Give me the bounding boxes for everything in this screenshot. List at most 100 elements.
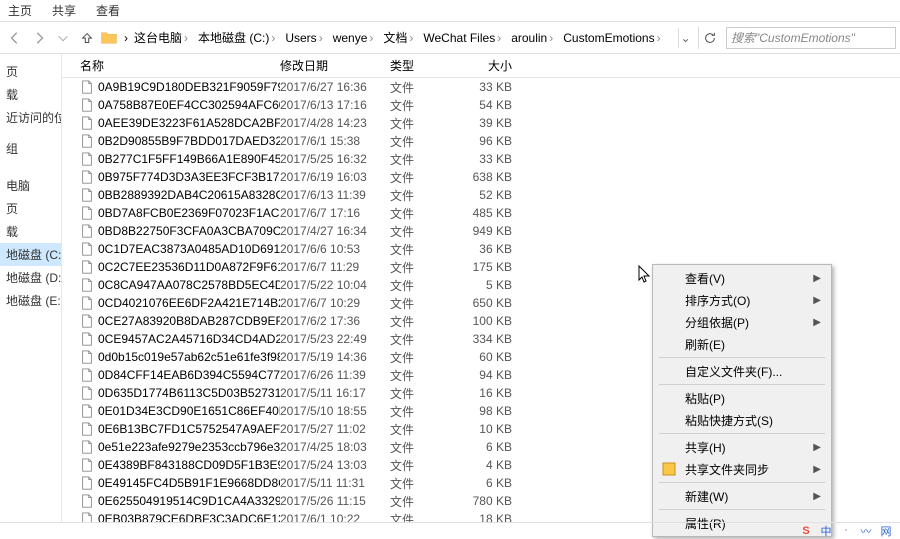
- file-date: 2017/5/11 16:17: [280, 386, 390, 400]
- file-icon: [80, 116, 94, 130]
- file-row[interactable]: 0BB2889392DAB4C20615A8328CF99... 2017/6/…: [62, 186, 900, 204]
- breadcrumb-item[interactable]: aroulin ›: [507, 29, 557, 47]
- nav-recent-dropdown[interactable]: [52, 27, 74, 49]
- file-name: 0EB03B879CE6DBF3C3ADC6E134E74...: [98, 512, 280, 522]
- file-size: 6 KB: [458, 476, 520, 490]
- context-menu-item[interactable]: 刷新(E): [655, 333, 829, 355]
- file-icon: [80, 80, 94, 94]
- menu-separator: [659, 509, 825, 510]
- breadcrumb-item[interactable]: 这台电脑 ›: [130, 27, 192, 48]
- file-row[interactable]: 0B975F774D3D3A3EE3FCF3B17263A3... 2017/6…: [62, 168, 900, 186]
- status-bar: S 中 ⸱ 〰 网: [0, 522, 900, 538]
- nav-forward[interactable]: [28, 27, 50, 49]
- file-type: 文件: [390, 97, 458, 114]
- file-type: 文件: [390, 223, 458, 240]
- file-name: 0BB2889392DAB4C20615A8328CF99...: [98, 188, 280, 202]
- file-type: 文件: [390, 349, 458, 366]
- sidebar-item[interactable]: 页: [0, 60, 61, 83]
- breadcrumb-item[interactable]: wenye ›: [329, 29, 378, 47]
- file-date: 2017/4/27 16:34: [280, 224, 390, 238]
- refresh-button[interactable]: [698, 27, 720, 49]
- file-row[interactable]: 0A758B87E0EF4CC302594AFC60A440... 2017/6…: [62, 96, 900, 114]
- file-size: 650 KB: [458, 296, 520, 310]
- file-name: 0A758B87E0EF4CC302594AFC60A440...: [98, 98, 280, 112]
- file-name: 0CE27A83920B8DAB287CDB9EF6628...: [98, 314, 280, 328]
- file-date: 2017/5/10 18:55: [280, 404, 390, 418]
- file-name: 0E6B13BC7FD1C5752547A9AEF45E979...: [98, 422, 280, 436]
- tab-share[interactable]: 共享: [52, 2, 76, 19]
- menu-label: 刷新(E): [685, 336, 725, 353]
- sidebar-item[interactable]: 地磁盘 (C:): [0, 243, 61, 266]
- file-row[interactable]: 0A9B19C9D180DEB321F9059F79C763... 2017/6…: [62, 78, 900, 96]
- file-size: 39 KB: [458, 116, 520, 130]
- file-date: 2017/6/7 10:29: [280, 296, 390, 310]
- sidebar-item[interactable]: 组: [0, 137, 61, 160]
- ime-icon-lang[interactable]: 中: [818, 523, 834, 539]
- context-menu-item[interactable]: 查看(V)▶: [655, 267, 829, 289]
- sidebar-item[interactable]: 地磁盘 (D:): [0, 266, 61, 289]
- context-menu-item[interactable]: 粘贴快捷方式(S): [655, 409, 829, 431]
- context-menu[interactable]: 查看(V)▶排序方式(O)▶分组依据(P)▶刷新(E)自定义文件夹(F)...粘…: [652, 264, 832, 537]
- context-menu-item[interactable]: 排序方式(O)▶: [655, 289, 829, 311]
- file-icon: [80, 206, 94, 220]
- column-headers[interactable]: 名称 修改日期 类型 大小: [62, 54, 900, 78]
- ime-icon-wave[interactable]: 〰: [858, 523, 874, 539]
- col-name[interactable]: 名称: [80, 57, 280, 74]
- file-name: 0D84CFF14EAB6D394C5594C7775D...: [98, 368, 280, 382]
- breadcrumb-item[interactable]: 文档 ›: [379, 27, 417, 48]
- file-type: 文件: [390, 277, 458, 294]
- file-row[interactable]: 0AEE39DE3223F61A528DCA2BF976B... 2017/4/…: [62, 114, 900, 132]
- breadcrumb[interactable]: ›这台电脑 ›本地磁盘 (C:) ›Users ›wenye ›文档 ›WeCh…: [124, 27, 676, 48]
- sidebar-item[interactable]: 载: [0, 220, 61, 243]
- breadcrumb-item[interactable]: 本地磁盘 (C:) ›: [194, 27, 279, 48]
- file-name: 0E01D34E3CD90E1651C86EF40D9432...: [98, 404, 280, 418]
- sidebar-item[interactable]: 页: [0, 197, 61, 220]
- file-size: 16 KB: [458, 386, 520, 400]
- breadcrumb-item[interactable]: CustomEmotions ›: [559, 29, 664, 47]
- file-size: 96 KB: [458, 134, 520, 148]
- file-name: 0CE9457AC2A45716D34CD4AD216A9...: [98, 332, 280, 346]
- context-menu-item[interactable]: 共享(H)▶: [655, 436, 829, 458]
- sidebar-item[interactable]: 载: [0, 83, 61, 106]
- sidebar-item[interactable]: 地磁盘 (E:): [0, 289, 61, 312]
- sidebar-item[interactable]: 电脑: [0, 174, 61, 197]
- file-name: 0B277C1F5FF149B66A1E890F45CAFA65: [98, 152, 280, 166]
- sidebar-item[interactable]: 近访问的位置: [0, 106, 61, 129]
- col-size[interactable]: 大小: [458, 57, 520, 74]
- breadcrumb-item[interactable]: Users ›: [281, 29, 326, 47]
- file-type: 文件: [390, 79, 458, 96]
- file-type: 文件: [390, 367, 458, 384]
- context-menu-item[interactable]: 粘贴(P): [655, 387, 829, 409]
- tab-home[interactable]: 主页: [8, 2, 32, 19]
- file-row[interactable]: 0B2D90855B9F7BDD017DAED32117... 2017/6/1…: [62, 132, 900, 150]
- file-icon: [80, 278, 94, 292]
- file-date: 2017/4/25 18:03: [280, 440, 390, 454]
- context-menu-item[interactable]: 共享文件夹同步▶: [655, 458, 829, 480]
- file-type: 文件: [390, 313, 458, 330]
- col-date[interactable]: 修改日期: [280, 57, 390, 74]
- menu-label: 排序方式(O): [685, 292, 750, 309]
- tab-view[interactable]: 查看: [96, 2, 120, 19]
- submenu-arrow-icon: ▶: [813, 442, 821, 453]
- file-size: 36 KB: [458, 242, 520, 256]
- col-type[interactable]: 类型: [390, 57, 458, 74]
- nav-up[interactable]: [76, 27, 98, 49]
- file-row[interactable]: 0C1D7EAC3873A0485AD10D69146DB... 2017/6/…: [62, 240, 900, 258]
- context-menu-item[interactable]: 自定义文件夹(F)...: [655, 360, 829, 382]
- ime-icon-sogou[interactable]: S: [798, 523, 814, 539]
- file-row[interactable]: 0BD8B22750F3CFA0A3CBA709C00F7... 2017/4/…: [62, 222, 900, 240]
- menu-separator: [659, 482, 825, 483]
- breadcrumb-item[interactable]: WeChat Files ›: [419, 29, 505, 47]
- context-menu-item[interactable]: 新建(W)▶: [655, 485, 829, 507]
- file-row[interactable]: 0B277C1F5FF149B66A1E890F45CAFA65 2017/5/…: [62, 150, 900, 168]
- file-name: 0C2C7EE23536D11D0A872F9F613D1B...: [98, 260, 280, 274]
- search-input[interactable]: 搜索"CustomEmotions": [726, 27, 896, 49]
- file-icon: [80, 170, 94, 184]
- file-type: 文件: [390, 133, 458, 150]
- file-name: 0d0b15c019e57ab62c51e61fe3f98dd5: [98, 350, 280, 364]
- ime-icon-net[interactable]: 网: [878, 523, 894, 539]
- address-dropdown[interactable]: ⌄: [678, 28, 692, 48]
- file-row[interactable]: 0BD7A8FCB0E2369F07023F1AC62FCD... 2017/6…: [62, 204, 900, 222]
- nav-back[interactable]: [4, 27, 26, 49]
- context-menu-item[interactable]: 分组依据(P)▶: [655, 311, 829, 333]
